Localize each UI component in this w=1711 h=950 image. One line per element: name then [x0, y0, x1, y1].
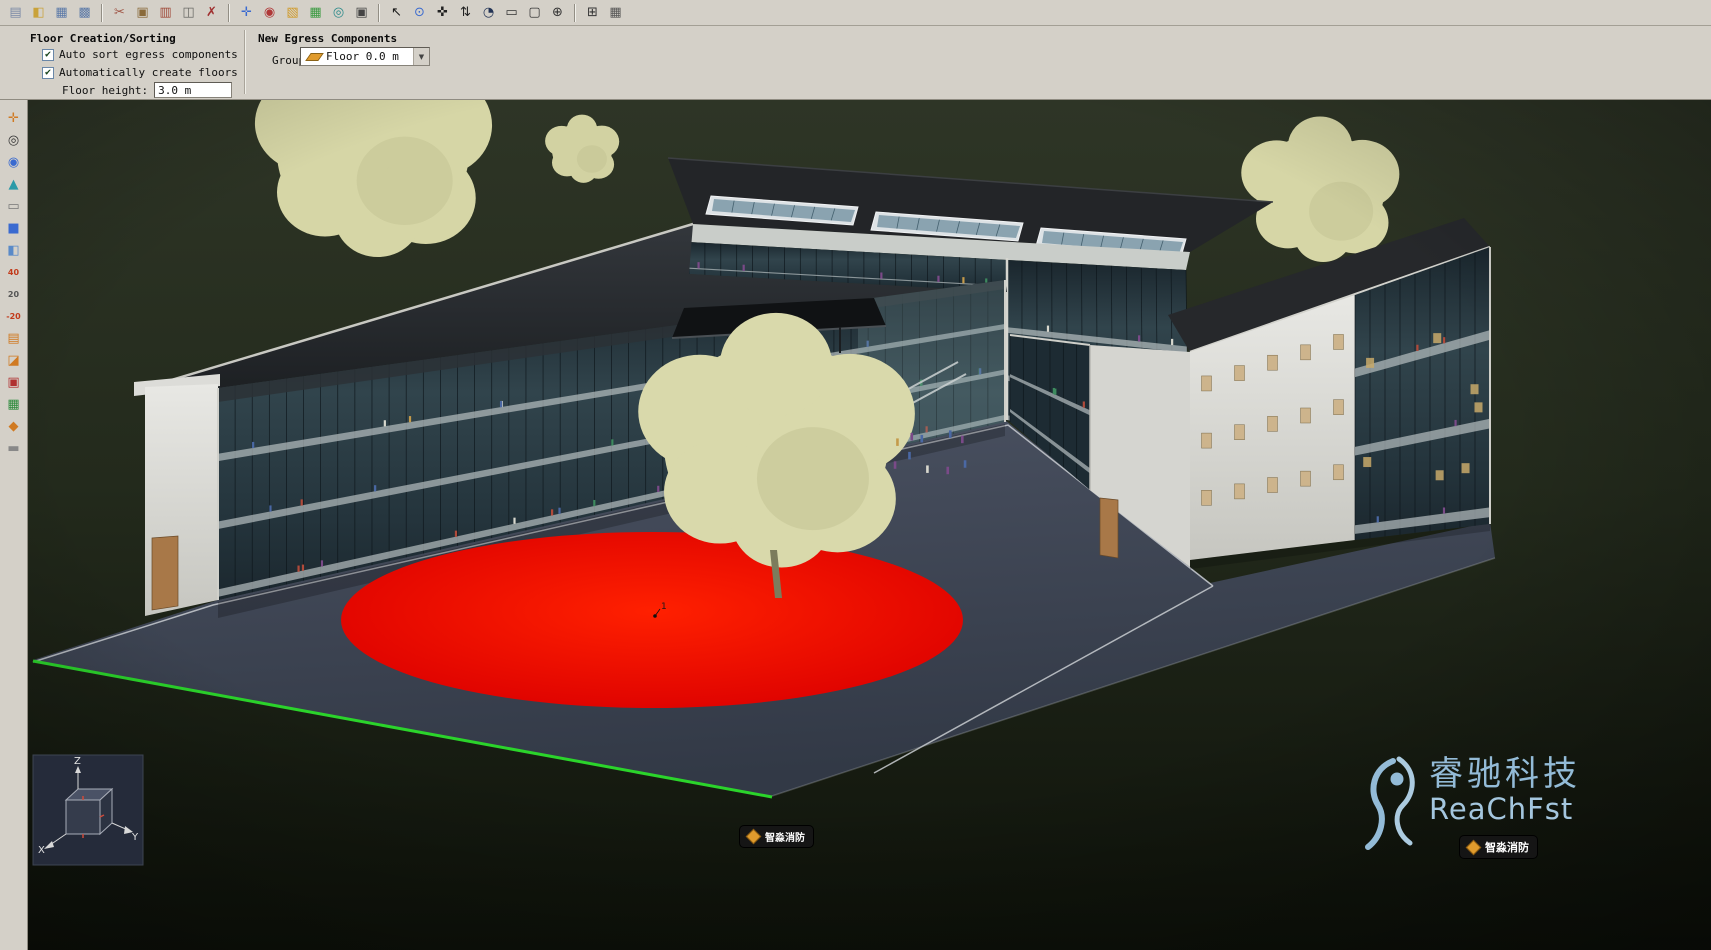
floor-icon: [305, 53, 324, 61]
egress-panel-title: New Egress Components: [258, 32, 397, 45]
exit-tool[interactable]: ▦: [2, 394, 25, 415]
assembly-area-tool[interactable]: ◆: [2, 416, 25, 437]
orbit-tool-button[interactable]: ⊙: [409, 2, 430, 23]
roam-tool-button[interactable]: ⇅: [455, 2, 476, 23]
toolbar-separator: [378, 4, 380, 22]
stairs-tool[interactable]: ▤: [2, 328, 25, 349]
obstruction-tool[interactable]: ◧: [2, 240, 25, 261]
nav-cube[interactable]: Z X Y: [33, 755, 143, 865]
marker-label: 1: [661, 602, 667, 612]
ribbon-panel: Floor Creation/Sorting ✔ Auto sort egres…: [0, 26, 1711, 100]
auto-create-checkbox[interactable]: ✔ Automatically create floors: [42, 66, 238, 79]
cylinder-tool[interactable]: ▭: [2, 196, 25, 217]
door-tool[interactable]: ▣: [2, 372, 25, 393]
zoom-tool-button[interactable]: ◔: [478, 2, 499, 23]
toolbar-separator: [228, 4, 230, 22]
zoom-extents-button[interactable]: ▢: [524, 2, 545, 23]
zoom-window-button[interactable]: ▭: [501, 2, 522, 23]
select-tool-button[interactable]: ↖: [386, 2, 407, 23]
vendor-badge: 智淼消防: [1460, 836, 1537, 858]
toolbar-separator: [574, 4, 576, 22]
auto-sort-label: Auto sort egress components: [59, 48, 238, 61]
save-file-button[interactable]: ▦: [51, 2, 72, 23]
open-file-button[interactable]: ◧: [28, 2, 49, 23]
checkbox-check-icon: ✔: [42, 67, 54, 79]
chevron-down-icon[interactable]: ▼: [413, 48, 429, 65]
auto-create-label: Automatically create floors: [59, 66, 238, 79]
refuge-zone-circle: [341, 532, 963, 708]
cone-marker-tool[interactable]: ▲: [2, 174, 25, 195]
show-floor-grid-button[interactable]: ▦: [305, 2, 326, 23]
viewport-3d-scene[interactable]: 1 Z X Y: [28, 100, 1711, 950]
right-building-glass: [1355, 247, 1490, 540]
main-toolbar: ▤◧▦▩✂▣▥◫✗✛◉▧▦◎▣↖⊙✜⇅◔▭▢⊕⊞▦: [0, 0, 1711, 26]
measure-tool[interactable]: ▬: [2, 438, 25, 459]
checkbox-check-icon: ✔: [42, 49, 54, 61]
new-file-button[interactable]: ▤: [5, 2, 26, 23]
vendor-badge-center: 智淼消防: [740, 826, 813, 847]
group-dropdown[interactable]: Floor 0.0 m ▼: [300, 47, 430, 66]
orbit-camera-tool[interactable]: ◎: [2, 130, 25, 151]
application-window: ▤◧▦▩✂▣▥◫✗✛◉▧▦◎▣↖⊙✜⇅◔▭▢⊕⊞▦ Floor Creation…: [0, 0, 1711, 950]
drawing-tools-sidebar: ✛◎◉▲▭■◧4020-20▤◪▣▦◆▬: [0, 100, 28, 950]
axis-label-y: Y: [131, 832, 139, 843]
left-end-wall: [134, 374, 220, 616]
paste-button[interactable]: ▥: [155, 2, 176, 23]
show-axes-button[interactable]: ✛: [236, 2, 257, 23]
selection-filter-button[interactable]: ▦: [605, 2, 626, 23]
record-movie-button[interactable]: ▣: [351, 2, 372, 23]
add-occupant-tool[interactable]: ◉: [2, 152, 25, 173]
snap-grid-button[interactable]: ⊞: [582, 2, 603, 23]
left-end-door: [152, 536, 178, 610]
floor-height-input[interactable]: [154, 82, 232, 98]
group-dropdown-value: Floor 0.0 m: [326, 50, 408, 63]
level-up-button[interactable]: 40: [2, 262, 25, 283]
reset-view-button[interactable]: ⊕: [547, 2, 568, 23]
vendor-logo-icon: [746, 829, 762, 845]
floor-height-field: Floor height:: [62, 82, 232, 98]
render-solid-button[interactable]: ◉: [259, 2, 280, 23]
viewport-3d[interactable]: 1 Z X Y: [28, 100, 1711, 950]
render-textured-button[interactable]: ▧: [282, 2, 303, 23]
floor-height-label: Floor height:: [62, 84, 148, 97]
auto-sort-checkbox[interactable]: ✔ Auto sort egress components: [42, 48, 238, 61]
ramp-tool[interactable]: ◪: [2, 350, 25, 371]
entrance-door: [1100, 498, 1118, 558]
vendor-badge-label: 智淼消防: [1485, 839, 1529, 855]
toolbar-separator: [101, 4, 103, 22]
level-down-button[interactable]: -20: [2, 306, 25, 327]
select-object-tool[interactable]: ✛: [2, 108, 25, 129]
delete-button[interactable]: ✗: [201, 2, 222, 23]
copy-button[interactable]: ▣: [132, 2, 153, 23]
room-tool[interactable]: ■: [2, 218, 25, 239]
show-occupants-button[interactable]: ◎: [328, 2, 349, 23]
save-all-button[interactable]: ▩: [74, 2, 95, 23]
vendor-badge-label: 智淼消防: [765, 829, 805, 844]
cut-button[interactable]: ✂: [109, 2, 130, 23]
floor-panel-title: Floor Creation/Sorting: [30, 32, 176, 45]
panel-divider: [244, 30, 246, 94]
duplicate-button[interactable]: ◫: [178, 2, 199, 23]
axis-label-x: X: [38, 845, 45, 856]
level-reset-button[interactable]: 20: [2, 284, 25, 305]
vendor-logo-icon: [1466, 839, 1482, 855]
pan-tool-button[interactable]: ✜: [432, 2, 453, 23]
axis-label-z: Z: [74, 756, 81, 767]
